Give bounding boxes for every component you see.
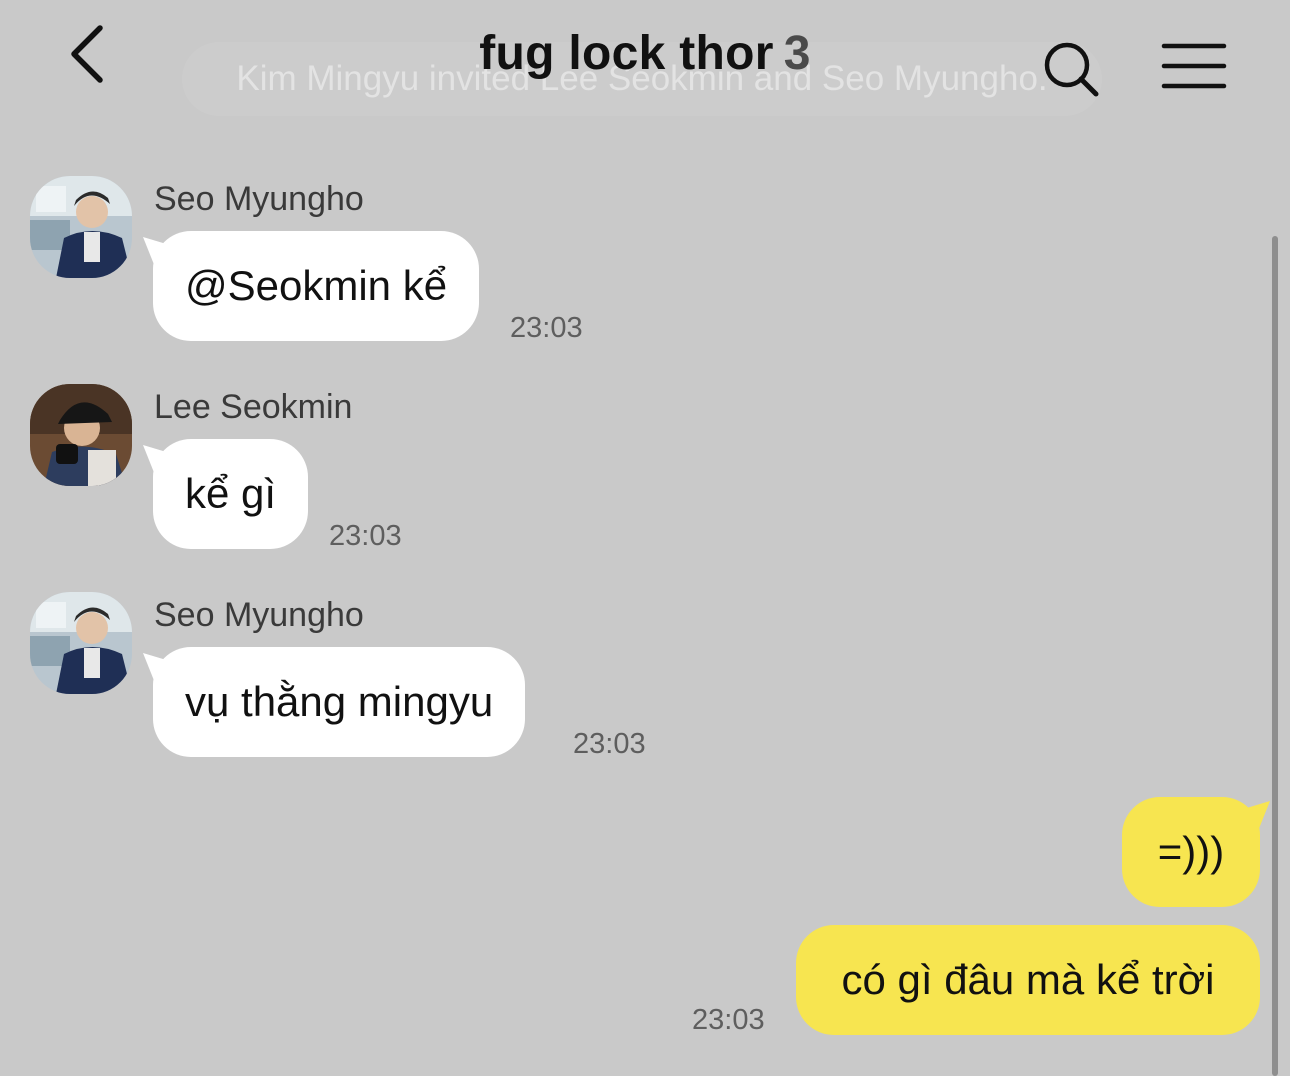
scrollbar[interactable] [1272,236,1278,1076]
search-icon [1044,42,1099,97]
sender-name: Lee Seokmin [154,388,353,426]
avatar-seo-myungho[interactable] [30,176,132,278]
profile-photo [30,176,132,278]
message-bubble[interactable]: vụ thằng mingyu [153,647,526,757]
message-timestamp: 23:03 [692,1004,765,1036]
my-message-bubble[interactable]: có gì đâu mà kể trời [796,925,1260,1035]
message-timestamp: 23:03 [329,520,402,552]
my-message-bubble[interactable]: =))) [1122,797,1260,907]
profile-photo [30,592,132,694]
message-bubble[interactable]: @Seokmin kể [153,231,480,341]
profile-photo [30,384,132,486]
member-count: 3 [783,27,811,80]
message-timestamp: 23:03 [573,728,646,760]
sender-name: Seo Myungho [154,596,364,634]
menu-button[interactable] [1160,40,1228,92]
message-timestamp: 23:03 [510,312,583,344]
chat-room-name: fug lock thor [479,27,774,80]
avatar-lee-seokmin[interactable] [30,384,132,486]
avatar-seo-myungho[interactable] [30,592,132,694]
sender-name: Seo Myungho [154,180,364,218]
chat-header: Kim Mingyu invited Lee Seokmin and Seo M… [0,0,1290,120]
hamburger-menu-icon [1161,43,1227,89]
message-bubble[interactable]: kể gì [153,439,309,549]
search-button[interactable] [1040,38,1102,100]
